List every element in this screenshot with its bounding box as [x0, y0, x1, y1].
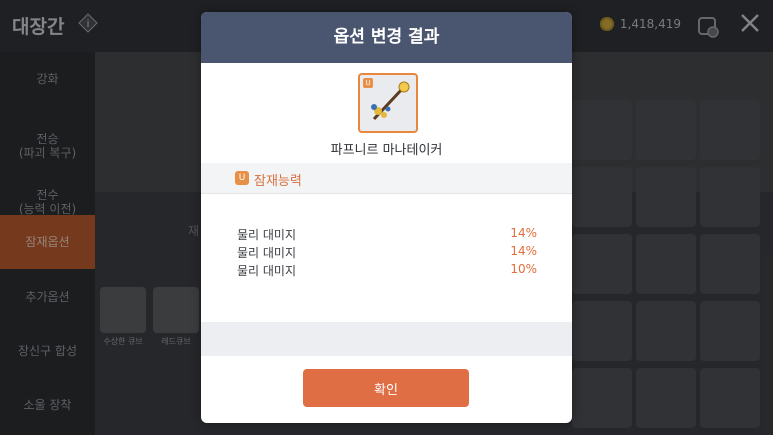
confirm-button[interactable]: 확인	[303, 369, 469, 407]
potential-title: 잠재능력	[254, 174, 302, 189]
option-name: 물리 대미지	[237, 246, 297, 260]
potential-option-row: 물리 대미지 10%	[237, 262, 537, 279]
potential-option-row: 물리 대미지 14%	[237, 244, 537, 261]
option-change-result-dialog: 옵션 변경 결과 U 파프니르 마나테이커 U 잠재능력 물리 대미지 14% …	[201, 12, 572, 423]
grade-badge: U	[363, 78, 373, 88]
option-value: 14%	[510, 244, 537, 258]
item-name: 파프니르 마나테이커	[330, 143, 443, 158]
potential-option-row: 물리 대미지 14%	[237, 226, 537, 243]
item-display: U 파프니르 마나테이커	[201, 63, 572, 163]
item-icon: U	[358, 73, 418, 133]
potential-header: U 잠재능력	[201, 163, 572, 194]
option-name: 물리 대미지	[237, 228, 297, 242]
potential-grade-badge: U	[235, 171, 249, 185]
option-value: 14%	[510, 226, 537, 240]
option-name: 물리 대미지	[237, 264, 297, 278]
dialog-title: 옵션 변경 결과	[201, 12, 572, 63]
dialog-footer-band	[201, 322, 572, 356]
option-value: 10%	[510, 262, 537, 276]
